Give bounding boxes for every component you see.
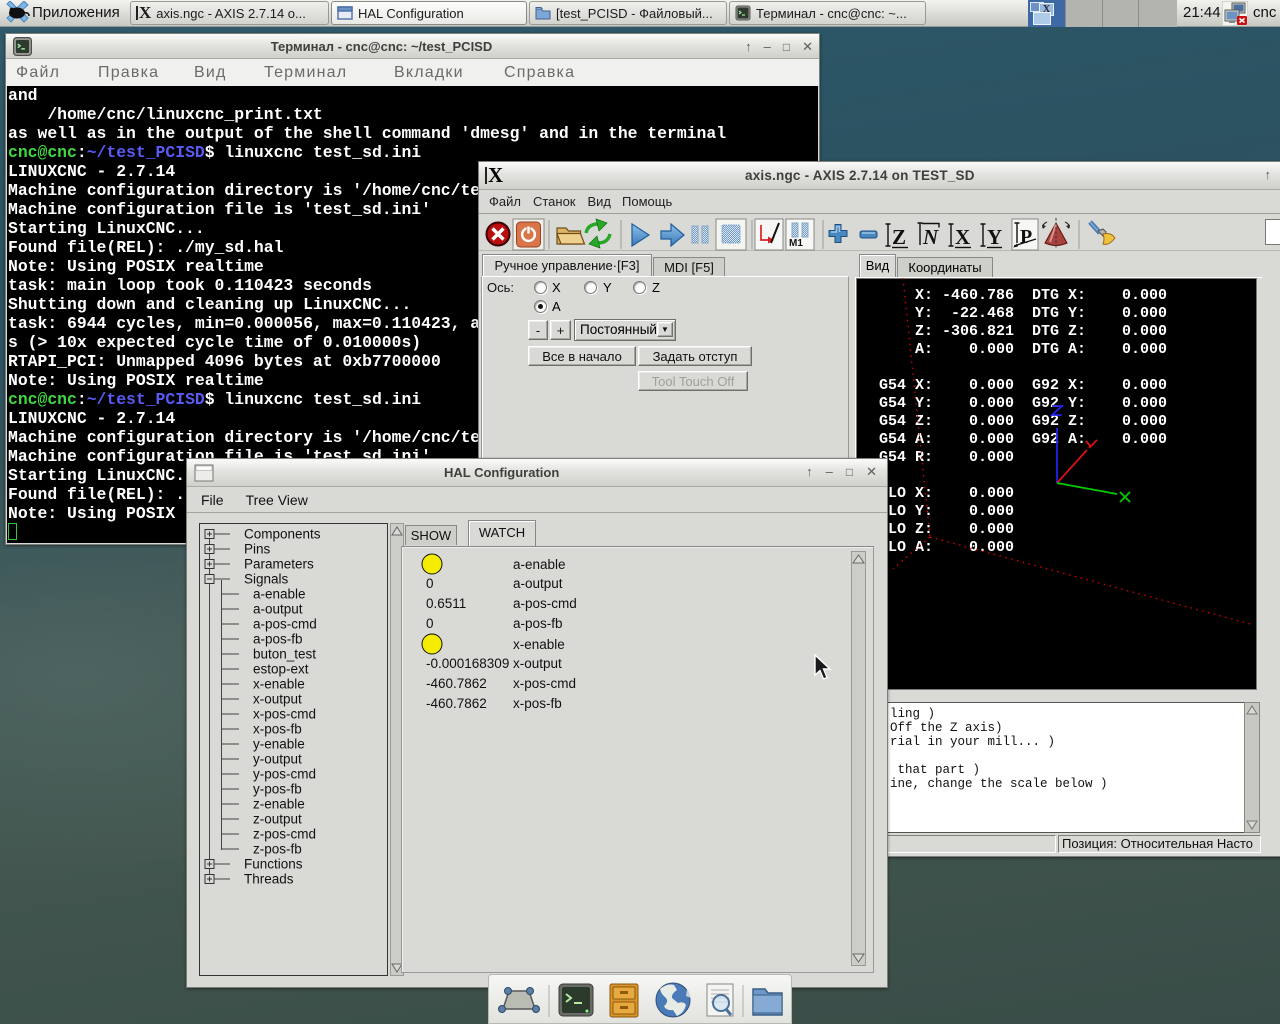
svg-text:z-pos-fb: z-pos-fb <box>253 842 302 857</box>
svg-text:a-enable: a-enable <box>253 587 306 602</box>
svg-text:0.6511: 0.6511 <box>426 596 466 611</box>
svg-text:0: 0 <box>426 616 434 631</box>
svg-text:buton_test: buton_test <box>253 647 316 662</box>
svg-text:-460.7862: -460.7862 <box>426 676 487 691</box>
svg-text:a-pos-cmd: a-pos-cmd <box>513 596 577 611</box>
svg-text:a-output: a-output <box>253 602 303 617</box>
svg-text:Components: Components <box>244 527 321 542</box>
svg-text:y-pos-cmd: y-pos-cmd <box>253 767 316 782</box>
svg-text:x-output: x-output <box>513 656 562 671</box>
svg-text:Pins: Pins <box>244 542 271 557</box>
svg-text:x-pos-fb: x-pos-fb <box>253 722 302 737</box>
svg-text:z-enable: z-enable <box>253 797 305 812</box>
svg-text:Y: Y <box>987 225 1002 249</box>
svg-text:a-pos-fb: a-pos-fb <box>513 616 563 631</box>
svg-text:0: 0 <box>426 576 434 591</box>
svg-text:x-pos-fb: x-pos-fb <box>513 696 562 711</box>
svg-text:P: P <box>1020 226 1032 248</box>
svg-text:N: N <box>922 225 939 249</box>
svg-text:M1: M1 <box>789 238 803 249</box>
svg-text:y-enable: y-enable <box>253 737 305 752</box>
svg-text:z-pos-cmd: z-pos-cmd <box>253 827 316 842</box>
svg-text:Functions: Functions <box>244 857 303 872</box>
svg-text:x-pos-cmd: x-pos-cmd <box>253 707 316 722</box>
svg-text:estop-ext: estop-ext <box>253 662 309 677</box>
svg-text:y-pos-fb: y-pos-fb <box>253 782 302 797</box>
svg-text:a-pos-cmd: a-pos-cmd <box>253 617 317 632</box>
svg-text:y-output: y-output <box>253 752 302 767</box>
svg-text:a-enable: a-enable <box>513 557 566 572</box>
svg-text:-0.000168309: -0.000168309 <box>426 656 509 671</box>
svg-text:Threads: Threads <box>244 872 294 887</box>
svg-text:Parameters: Parameters <box>244 557 314 572</box>
svg-text:x-enable: x-enable <box>253 677 305 692</box>
svg-text:Z: Z <box>892 225 906 249</box>
svg-text:x-output: x-output <box>253 692 302 707</box>
svg-text:Signals: Signals <box>244 572 289 587</box>
svg-text:X: X <box>955 225 970 249</box>
svg-text:x-pos-cmd: x-pos-cmd <box>513 676 576 691</box>
svg-text:a-output: a-output <box>513 576 563 591</box>
svg-text:-460.7862: -460.7862 <box>426 696 487 711</box>
svg-text:z-output: z-output <box>253 812 302 827</box>
svg-text:x-enable: x-enable <box>513 637 565 652</box>
svg-text:a-pos-fb: a-pos-fb <box>253 632 303 647</box>
